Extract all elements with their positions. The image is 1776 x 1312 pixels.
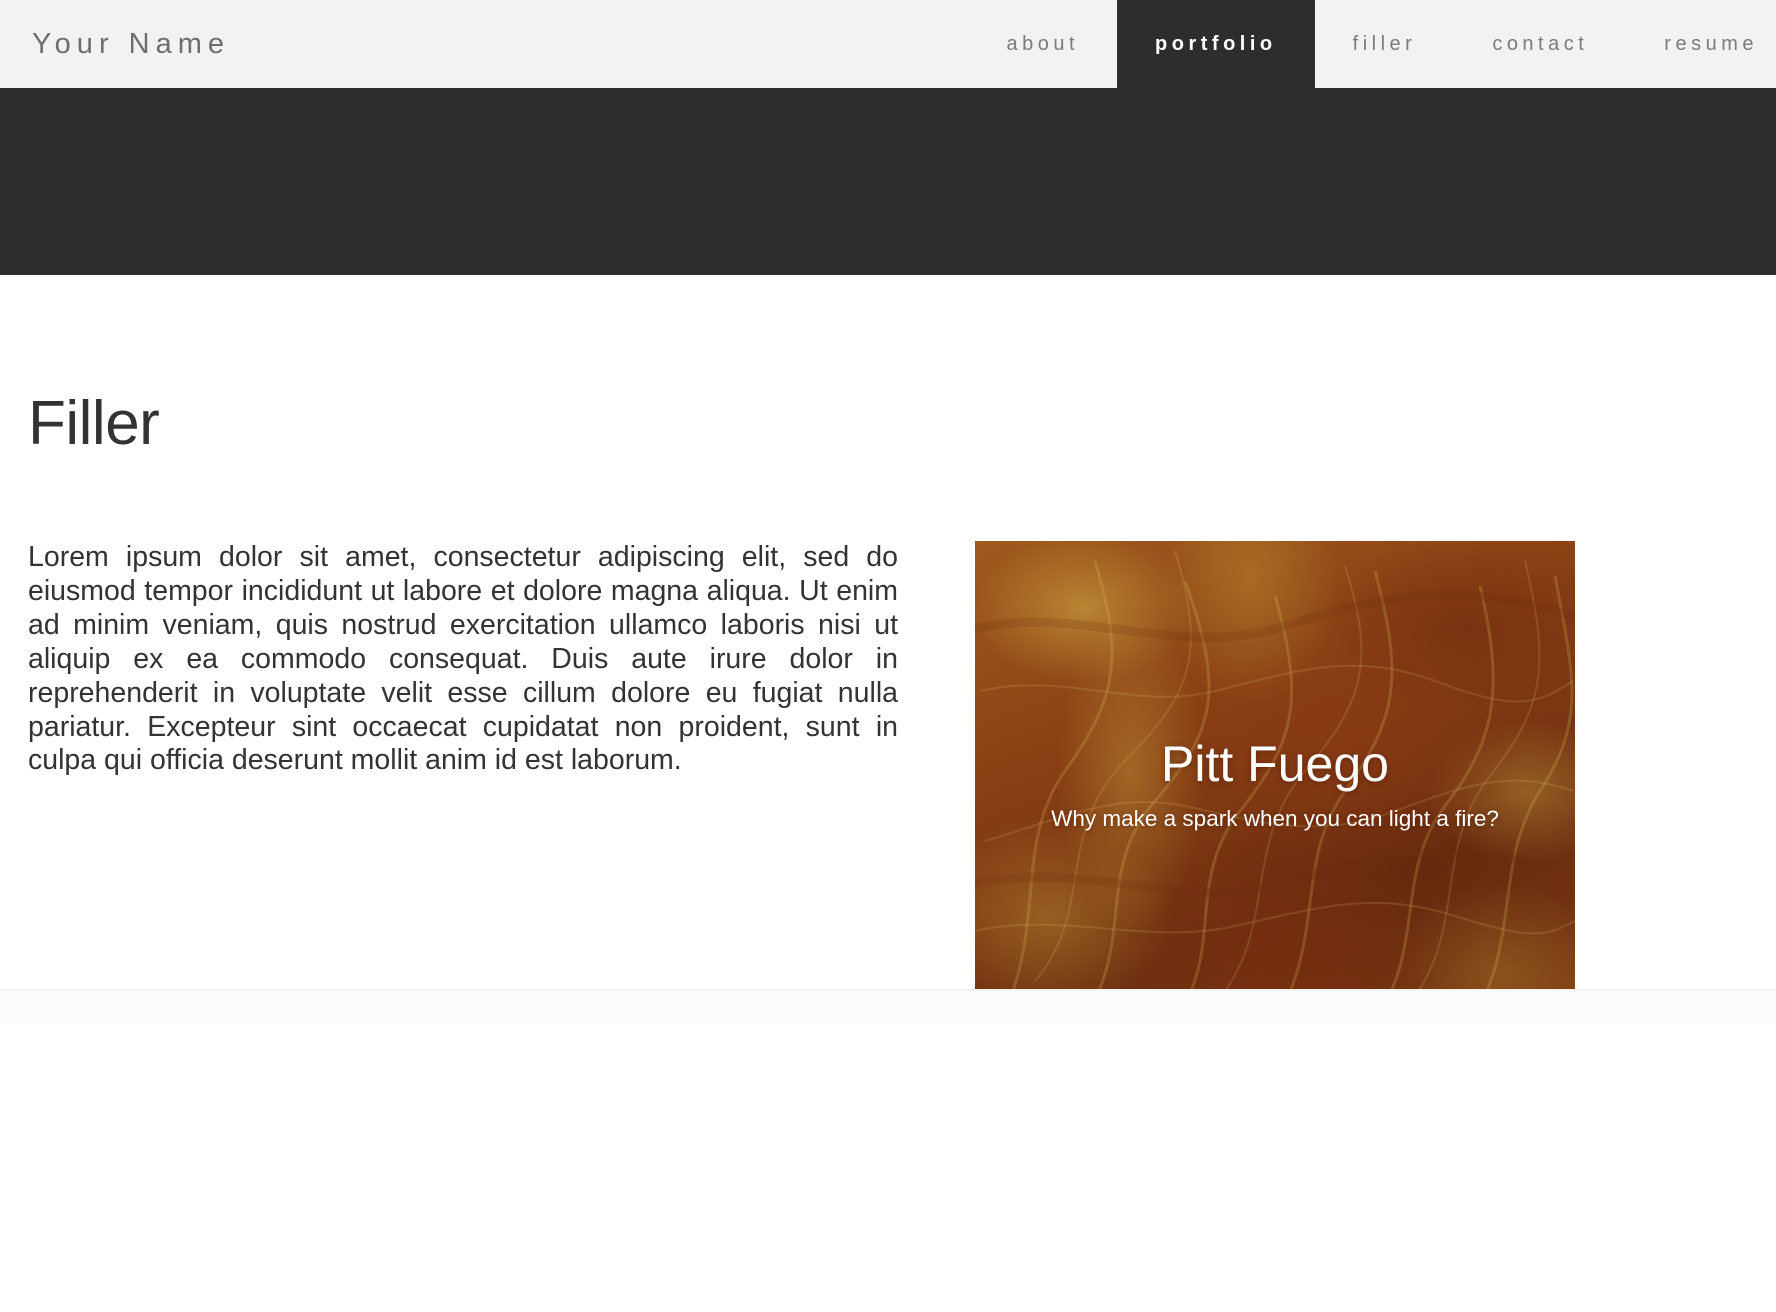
nav-item-portfolio[interactable]: portfolio: [1117, 0, 1315, 88]
nav-item-filler[interactable]: filler: [1315, 0, 1455, 88]
hero-banner: [0, 88, 1776, 275]
card-title: Pitt Fuego: [1161, 736, 1389, 792]
nav-item-resume[interactable]: resume: [1626, 0, 1776, 88]
card-subtitle: Why make a spark when you can light a fi…: [1051, 806, 1499, 831]
card-caption: Pitt Fuego Why make a spark when you can…: [975, 737, 1575, 832]
card-column: Pitt Fuego Why make a spark when you can…: [898, 541, 1748, 1023]
main-content: Filler Lorem ipsum dolor sit amet, conse…: [0, 393, 1776, 1023]
project-card-pitt-fuego[interactable]: Pitt Fuego Why make a spark when you can…: [975, 541, 1575, 1023]
body-column: Lorem ipsum dolor sit amet, consectetur …: [28, 541, 898, 778]
site-header: Your Name about portfolio filler contact…: [0, 0, 1776, 88]
nav-item-about[interactable]: about: [968, 0, 1117, 88]
nav-item-contact[interactable]: contact: [1454, 0, 1626, 88]
content-row: Lorem ipsum dolor sit amet, consectetur …: [28, 541, 1748, 1023]
main-navigation: about portfolio filler contact resume: [968, 0, 1776, 88]
site-brand[interactable]: Your Name: [0, 28, 230, 61]
body-paragraph: Lorem ipsum dolor sit amet, consectetur …: [28, 541, 898, 777]
footer-band: [0, 989, 1776, 1023]
page-title: Filler: [28, 389, 160, 458]
